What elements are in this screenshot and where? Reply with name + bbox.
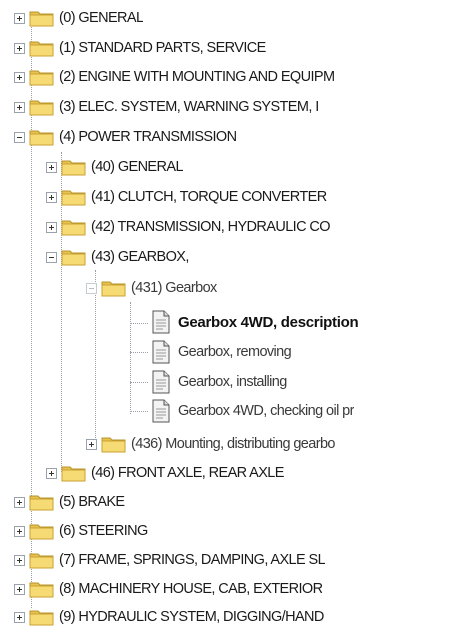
document-label: Gearbox, removing: [178, 344, 292, 360]
tree-node-8[interactable]: (8) MACHINERY HOUSE, CAB, EXTERIOR: [14, 577, 322, 601]
expand-plus-icon[interactable]: [14, 101, 25, 113]
document-label: Gearbox, installing: [178, 374, 287, 390]
tree-node-40[interactable]: (40) GENERAL: [46, 155, 183, 179]
folder-icon: [61, 217, 87, 237]
folder-open-icon: [61, 247, 87, 267]
tree-node-label: (46) FRONT AXLE, REAR AXLE: [91, 465, 284, 481]
tree-node-label: (43) GEARBOX,: [91, 249, 189, 265]
tree-node-label: (5) BRAKE: [59, 494, 125, 510]
tree-node-6[interactable]: (6) STEERING: [14, 519, 148, 543]
tree-node-label: (7) FRAME, SPRINGS, DAMPING, AXLE SL: [59, 552, 326, 568]
tree-node-3[interactable]: (3) ELEC. SYSTEM, WARNING SYSTEM, I: [14, 95, 319, 119]
collapse-minus-icon[interactable]: [86, 282, 97, 294]
expand-plus-icon[interactable]: [46, 161, 57, 173]
expand-plus-icon[interactable]: [46, 191, 57, 203]
tree-node-41[interactable]: (41) CLUTCH, TORQUE CONVERTER: [46, 185, 327, 209]
expand-plus-icon[interactable]: [14, 611, 25, 623]
folder-icon: [29, 579, 55, 599]
document-item-selected[interactable]: Gearbox 4WD, description: [150, 307, 358, 337]
folder-icon: [61, 187, 87, 207]
expand-plus-icon[interactable]: [14, 525, 25, 537]
folder-icon: [61, 463, 87, 483]
folder-icon: [61, 157, 87, 177]
tree-node-7[interactable]: (7) FRAME, SPRINGS, DAMPING, AXLE SL: [14, 548, 325, 572]
tree-line: [130, 323, 148, 324]
tree-node-label: (41) CLUTCH, TORQUE CONVERTER: [91, 189, 327, 205]
document-item[interactable]: Gearbox, removing: [150, 338, 291, 366]
folder-icon: [29, 38, 55, 58]
tree-node-label: (4) POWER TRANSMISSION: [59, 129, 237, 145]
folder-icon: [29, 97, 55, 117]
expand-plus-icon[interactable]: [14, 42, 25, 54]
document-label: Gearbox 4WD, checking oil pr: [178, 403, 354, 419]
tree-node-label: (9) HYDRAULIC SYSTEM, DIGGING/HAND: [59, 609, 324, 625]
tree-node-42[interactable]: (42) TRANSMISSION, HYDRAULIC CO: [46, 215, 330, 239]
tree-node-431[interactable]: (431) Gearbox: [86, 276, 217, 300]
document-tree: (0) GENERAL (1) STANDARD PARTS, SERVICE …: [0, 0, 458, 630]
tree-node-label: (1) STANDARD PARTS, SERVICE: [59, 40, 266, 56]
tree-node-436[interactable]: (436) Mounting, distributing gearbo: [86, 432, 335, 456]
tree-line: [130, 302, 131, 414]
tree-node-label: (431) Gearbox: [131, 280, 217, 296]
tree-node-label: (2) ENGINE WITH MOUNTING AND EQUIPM: [59, 69, 335, 85]
document-icon: [150, 340, 172, 364]
tree-node-label: (6) STEERING: [59, 523, 148, 539]
tree-node-5[interactable]: (5) BRAKE: [14, 490, 125, 514]
tree-node-label: (40) GENERAL: [91, 159, 183, 175]
tree-node-46[interactable]: (46) FRONT AXLE, REAR AXLE: [46, 461, 284, 485]
collapse-minus-icon[interactable]: [46, 251, 57, 263]
document-label: Gearbox 4WD, description: [178, 313, 359, 331]
tree-node-9[interactable]: (9) HYDRAULIC SYSTEM, DIGGING/HAND: [14, 605, 324, 629]
tree-node-label: (0) GENERAL: [59, 10, 144, 26]
tree-line: [130, 411, 148, 412]
tree-line: [130, 382, 148, 383]
folder-icon: [29, 521, 55, 541]
expand-plus-icon[interactable]: [14, 71, 25, 83]
tree-node-2[interactable]: (2) ENGINE WITH MOUNTING AND EQUIPM: [14, 65, 334, 89]
document-icon: [150, 399, 172, 423]
folder-icon: [29, 8, 55, 28]
document-icon: [150, 370, 172, 394]
tree-node-label: (42) TRANSMISSION, HYDRAULIC CO: [91, 219, 330, 235]
collapse-minus-icon[interactable]: [14, 131, 25, 143]
folder-icon: [29, 550, 55, 570]
tree-node-label: (436) Mounting, distributing gearbo: [131, 436, 335, 452]
expand-plus-icon[interactable]: [86, 438, 97, 450]
tree-node-43[interactable]: (43) GEARBOX,: [46, 245, 189, 269]
expand-plus-icon[interactable]: [14, 12, 25, 24]
document-item[interactable]: Gearbox, installing: [150, 368, 287, 396]
folder-open-icon: [29, 127, 55, 147]
folder-icon: [29, 607, 55, 627]
folder-open-icon: [101, 278, 127, 298]
expand-plus-icon[interactable]: [46, 467, 57, 479]
tree-node-label: (3) ELEC. SYSTEM, WARNING SYSTEM, I: [59, 99, 319, 115]
expand-plus-icon[interactable]: [14, 496, 25, 508]
expand-plus-icon[interactable]: [46, 221, 57, 233]
document-item[interactable]: Gearbox 4WD, checking oil pr: [150, 397, 354, 425]
document-icon: [150, 310, 172, 334]
folder-icon: [29, 67, 55, 87]
tree-node-label: (8) MACHINERY HOUSE, CAB, EXTERIOR: [59, 581, 323, 597]
tree-line: [130, 352, 148, 353]
folder-icon: [101, 434, 127, 454]
folder-icon: [29, 492, 55, 512]
tree-node-0[interactable]: (0) GENERAL: [14, 6, 143, 30]
expand-plus-icon[interactable]: [14, 583, 25, 595]
expand-plus-icon[interactable]: [14, 554, 25, 566]
tree-node-4[interactable]: (4) POWER TRANSMISSION: [14, 125, 236, 149]
tree-node-1[interactable]: (1) STANDARD PARTS, SERVICE: [14, 36, 266, 60]
